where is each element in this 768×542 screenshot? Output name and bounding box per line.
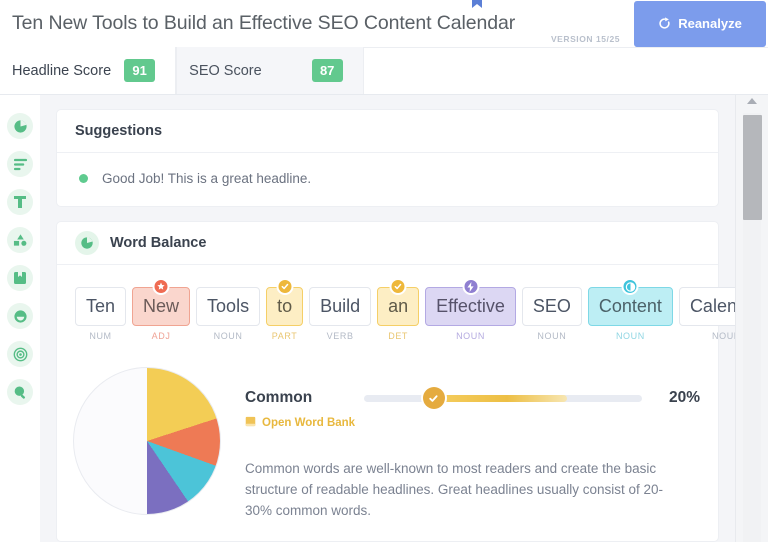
sidebar-item-readability[interactable] (7, 151, 33, 177)
word-balance-card-header: Word Balance (57, 222, 718, 265)
typography-icon (13, 195, 27, 209)
word-chip-group: EffectiveNOUN (425, 287, 516, 341)
word-pos-label: NOUN (712, 331, 735, 341)
reanalyze-button[interactable]: Reanalyze (634, 1, 766, 47)
vertical-scrollbar[interactable] (735, 95, 768, 542)
app-header: VERSION 15/25 Reanalyze (0, 0, 768, 48)
suggestion-item: Good Job! This is a great headline. (57, 153, 718, 206)
open-word-bank-label: Open Word Bank (262, 417, 355, 429)
suggestions-title: Suggestions (75, 123, 162, 139)
suggestion-text: Good Job! This is a great headline. (102, 171, 311, 186)
word-chip[interactable]: Tools (196, 287, 260, 326)
word-chip[interactable]: Build (309, 287, 371, 326)
sidebar-item-sentiment[interactable] (7, 303, 33, 329)
word-chip-group: ContentNOUN (588, 287, 673, 341)
refresh-icon (658, 17, 671, 30)
word-balance-progress-row: Common 20% (245, 387, 700, 409)
sidebar-item-word-bank[interactable] (7, 265, 33, 291)
headline-analyzer-app: VERSION 15/25 Reanalyze Headline Score 9… (0, 0, 768, 542)
check-icon (390, 278, 407, 295)
contrast-icon (622, 278, 639, 295)
version-label: VERSION 15/25 (551, 34, 620, 44)
headline-field-wrapper: VERSION 15/25 (0, 0, 634, 48)
suggestions-card: Suggestions Good Job! This is a great he… (56, 109, 719, 207)
word-pos-label: DET (388, 331, 408, 341)
word-chip-group: Calendar NOUN (679, 287, 735, 341)
word-balance-card: Word Balance Ten NUM NewADJTools NOUN toPART… (56, 221, 719, 542)
sidebar-item-target[interactable] (7, 341, 33, 367)
sidebar-item-shapes[interactable] (7, 227, 33, 253)
word-pos-label: NOUN (456, 331, 485, 341)
sidebar-item-search[interactable] (7, 379, 33, 405)
book-icon (245, 416, 256, 430)
target-icon (13, 347, 28, 362)
seo-score-badge: 87 (312, 59, 343, 82)
word-pos-label: NUM (89, 331, 111, 341)
word-pos-label: ADJ (152, 331, 171, 341)
bookmark-icon[interactable] (470, 0, 484, 15)
sidebar-item-word-balance[interactable] (7, 113, 33, 139)
word-pos-label: NOUN (537, 331, 566, 341)
sentiment-icon (13, 309, 28, 324)
word-pos-label: PART (272, 331, 298, 341)
word-pos-label: NOUN (214, 331, 243, 341)
word-chip-group: Build VERB (309, 287, 371, 341)
word-balance-detail: Common 20% (57, 347, 718, 541)
main-content: Suggestions Good Job! This is a great he… (40, 95, 735, 542)
open-word-bank-link[interactable]: Open Word Bank (245, 416, 700, 430)
reanalyze-label: Reanalyze (678, 16, 742, 31)
score-tabbar: Headline Score 91 SEO Score 87 (0, 48, 768, 95)
category-name: Common (245, 389, 350, 407)
word-chip-group: anDET (377, 287, 419, 341)
scrollbar-thumb[interactable] (743, 115, 762, 220)
word-chip[interactable]: Ten (75, 287, 126, 326)
tab-seo-score-label: SEO Score (189, 63, 262, 79)
pie-chart-icon (13, 119, 28, 134)
word-pos-label: NOUN (616, 331, 645, 341)
bolt-icon (462, 278, 479, 295)
tools-sidebar (0, 95, 40, 542)
word-chip-group: SEO NOUN (522, 287, 582, 341)
suggestions-card-header: Suggestions (57, 110, 718, 153)
sidebar-item-type[interactable] (7, 189, 33, 215)
word-balance-title: Word Balance (110, 235, 206, 251)
tab-seo-score[interactable]: SEO Score 87 (176, 47, 364, 94)
star-icon (153, 278, 170, 295)
word-chip-group: NewADJ (132, 287, 190, 341)
category-description: Common words are well-known to most read… (245, 458, 677, 521)
shapes-icon (13, 233, 28, 247)
word-chip[interactable]: Calendar (679, 287, 735, 326)
bookmark-book-icon (13, 271, 27, 285)
word-chip-group: toPART (266, 287, 303, 341)
headline-input[interactable] (12, 12, 634, 35)
word-balance-pie-chart (73, 367, 221, 515)
check-icon (276, 278, 293, 295)
search-icon (13, 385, 28, 400)
category-percent: 20% (656, 389, 700, 407)
word-chip-group: Tools NOUN (196, 287, 260, 341)
word-chip[interactable]: SEO (522, 287, 582, 326)
text-lines-icon (13, 158, 28, 171)
check-circle-icon[interactable] (423, 387, 445, 409)
progress-fill (434, 395, 567, 402)
word-chip-group: Ten NUM (75, 287, 126, 341)
caret-up-icon[interactable] (747, 98, 757, 104)
pie-chart-icon (75, 231, 99, 255)
headline-score-badge: 91 (124, 59, 155, 82)
tab-headline-score[interactable]: Headline Score 91 (0, 47, 176, 94)
word-pos-label: VERB (327, 331, 354, 341)
status-dot-icon (79, 174, 88, 183)
progress-bar[interactable] (364, 387, 642, 409)
tab-headline-score-label: Headline Score (12, 63, 111, 79)
word-chips-row: Ten NUM NewADJTools NOUN toPARTBuild VERB anDE… (57, 265, 718, 347)
word-balance-detail-panel: Common 20% (227, 365, 700, 521)
